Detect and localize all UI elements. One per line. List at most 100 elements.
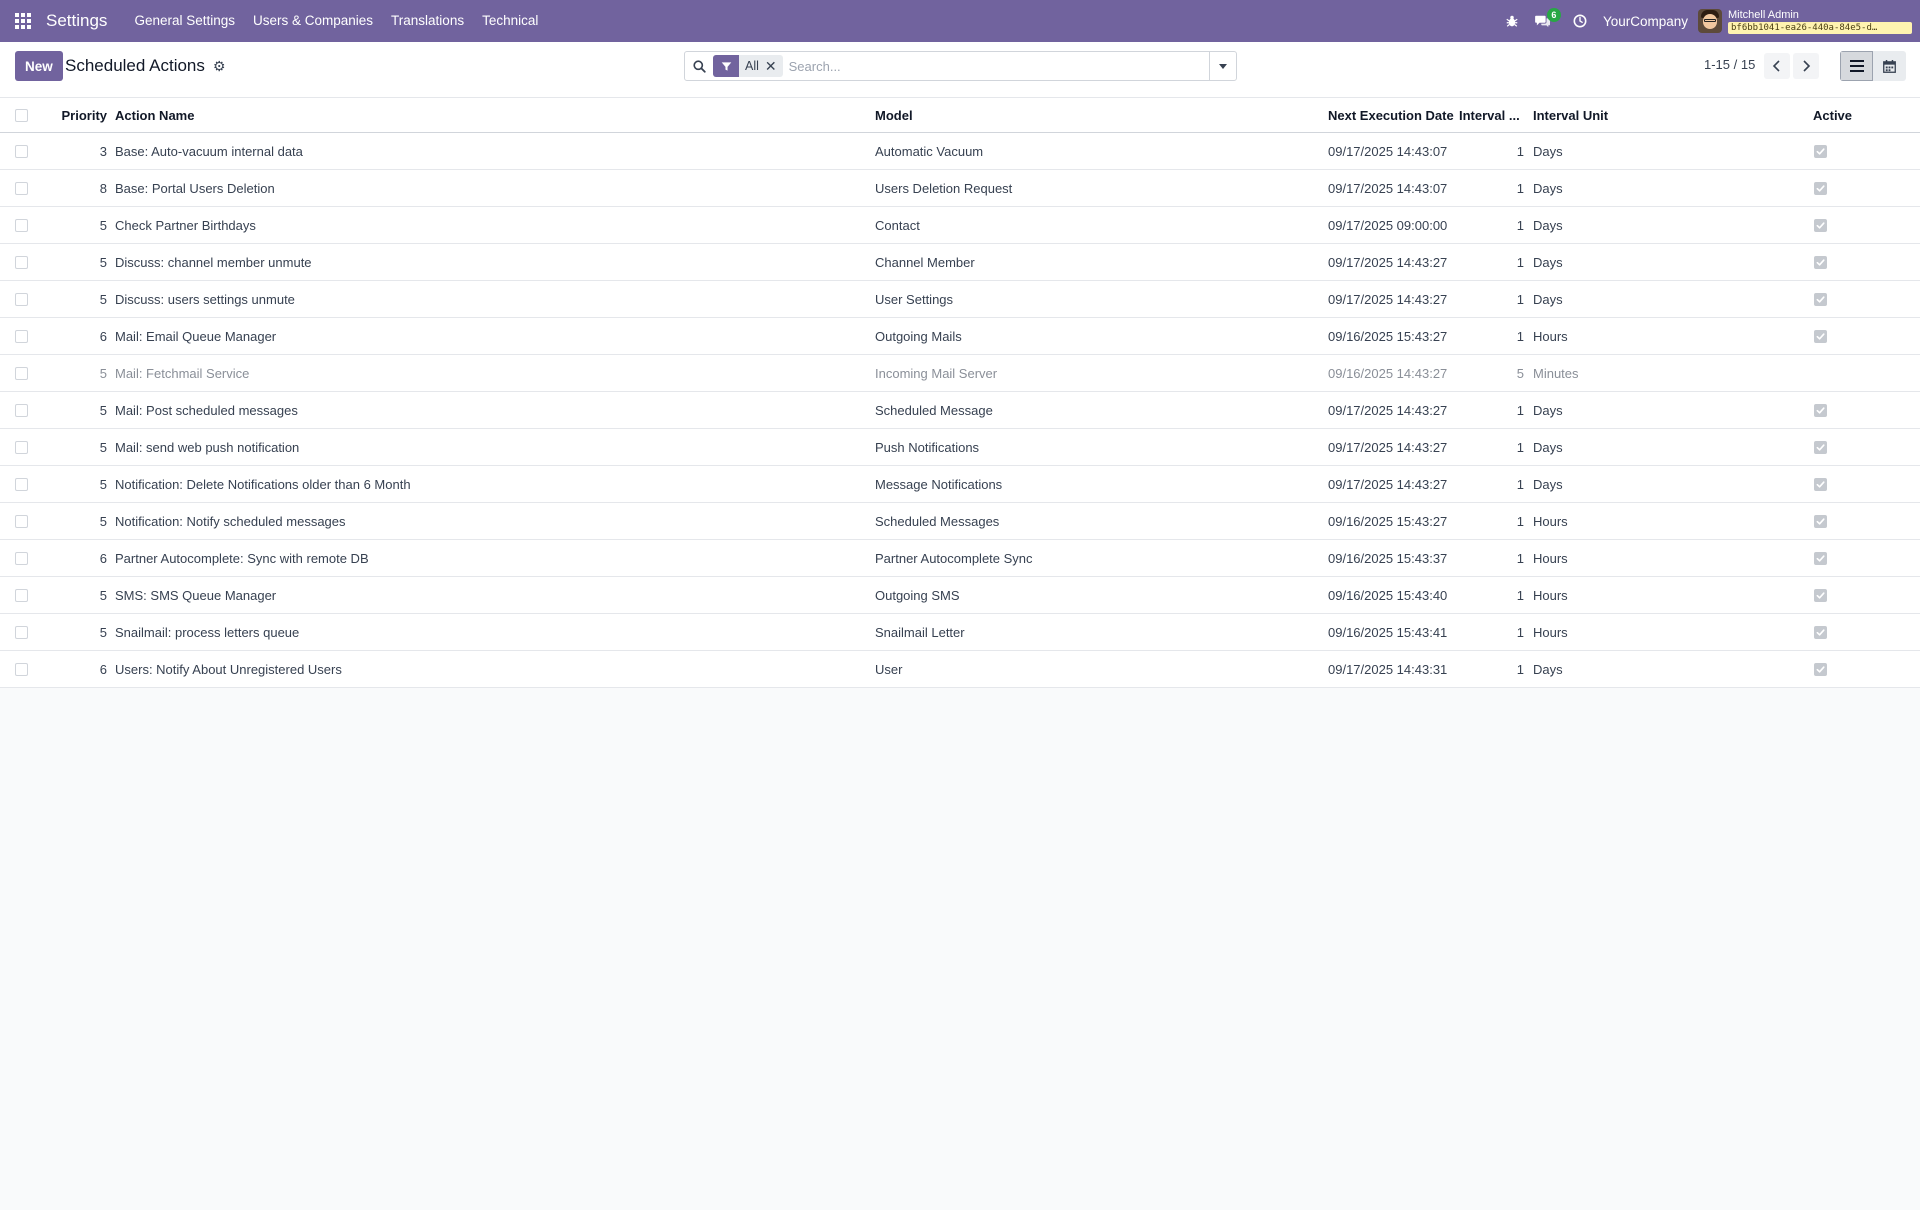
row-select-checkbox[interactable] — [14, 540, 28, 576]
menu-technical[interactable]: Technical — [473, 0, 547, 42]
row-active-checkbox[interactable] — [1814, 392, 1894, 428]
chevron-right-icon[interactable] — [1793, 53, 1819, 79]
row-active-checkbox[interactable] — [1814, 429, 1894, 465]
row-active-checkbox[interactable] — [1814, 577, 1894, 613]
row-action-name: Check Partner Birthdays — [115, 217, 256, 233]
row-select-checkbox[interactable] — [14, 281, 28, 317]
table-row[interactable]: 5 Mail: Fetchmail Service Incoming Mail Se… — [0, 355, 1920, 392]
row-select-checkbox[interactable] — [14, 244, 28, 280]
search-icon[interactable] — [685, 59, 713, 73]
table-row[interactable]: 5 SMS: SMS Queue Manager Outgoing SMS 09/16… — [0, 577, 1920, 614]
checkmark-icon — [1814, 625, 1827, 639]
gear-icon[interactable]: ⚙ — [213, 58, 226, 75]
row-interval-unit: Minutes — [1533, 365, 1579, 381]
company-switcher[interactable]: YourCompany — [1595, 14, 1698, 29]
column-action-name[interactable]: Action Name — [115, 98, 855, 132]
row-active-checkbox[interactable] — [1814, 355, 1894, 391]
column-model[interactable]: Model — [875, 98, 1315, 132]
row-select-checkbox[interactable] — [14, 392, 28, 428]
row-active-checkbox[interactable] — [1814, 466, 1894, 502]
table-row[interactable]: 5 Mail: send web push notification Push No… — [0, 429, 1920, 466]
chat-bubbles-icon[interactable]: 6 — [1527, 0, 1561, 42]
table-row[interactable]: 8 Base: Portal Users Deletion Users Deleti… — [0, 170, 1920, 207]
systray: 6 YourCompany Mitchell Admin bf6bb1041-e… — [1497, 0, 1920, 42]
close-icon[interactable]: ✕ — [765, 55, 783, 77]
row-select-checkbox[interactable] — [14, 170, 28, 206]
row-select-checkbox[interactable] — [14, 466, 28, 502]
table-row[interactable]: 5 Discuss: channel member unmute Channel M… — [0, 244, 1920, 281]
row-active-checkbox[interactable] — [1814, 614, 1894, 650]
table-row[interactable]: 5 Discuss: users settings unmute User Sett… — [0, 281, 1920, 318]
table-row[interactable]: 5 Check Partner Birthdays Contact 09/17/202… — [0, 207, 1920, 244]
menu-translations[interactable]: Translations — [382, 0, 473, 42]
row-select-checkbox[interactable] — [14, 577, 28, 613]
apps-grid-icon[interactable] — [0, 0, 46, 42]
row-action-name: Mail: Email Queue Manager — [115, 328, 277, 344]
chevron-left-icon[interactable] — [1764, 53, 1790, 79]
row-interval: 1 — [1516, 291, 1524, 307]
row-select-checkbox[interactable] — [14, 651, 28, 687]
row-interval: 1 — [1516, 661, 1524, 677]
row-interval-unit: Hours — [1533, 587, 1568, 603]
list-icon[interactable] — [1840, 51, 1873, 81]
checkmark-icon — [1814, 144, 1827, 158]
caret-down-icon[interactable] — [1209, 52, 1236, 80]
table-body: 3 Base: Auto-vacuum internal data Automati… — [0, 133, 1920, 688]
checkmark-icon — [1814, 292, 1827, 306]
row-select-checkbox[interactable] — [14, 207, 28, 243]
table-row[interactable]: 6 Mail: Email Queue Manager Outgoing Mails… — [0, 318, 1920, 355]
row-active-checkbox[interactable] — [1814, 281, 1894, 317]
row-interval: 1 — [1516, 254, 1524, 270]
row-active-checkbox[interactable] — [1814, 503, 1894, 539]
control-panel: New Scheduled Actions ⚙ All ✕ 1-15 / 15 — [0, 42, 1920, 98]
row-select-checkbox[interactable] — [14, 355, 28, 391]
pager-value[interactable]: 1-15 / 15 — [1704, 57, 1755, 72]
row-next-execution-date: 09/17/2025 14:43:07 — [1328, 180, 1448, 196]
search-bar: All ✕ — [684, 51, 1237, 81]
row-active-checkbox[interactable] — [1814, 133, 1894, 169]
row-priority: 5 — [99, 402, 107, 418]
new-button[interactable]: New — [15, 51, 63, 81]
column-interval[interactable]: Interval ... — [1459, 98, 1521, 132]
table-row[interactable]: 6 Partner Autocomplete: Sync with remote … — [0, 540, 1920, 577]
column-priority[interactable]: Priority — [50, 98, 107, 132]
row-select-checkbox[interactable] — [14, 133, 28, 169]
app-name[interactable]: Settings — [46, 11, 107, 31]
row-interval-unit: Days — [1533, 661, 1563, 677]
row-next-execution-date: 09/16/2025 15:43:40 — [1328, 587, 1448, 603]
row-active-checkbox[interactable] — [1814, 170, 1894, 206]
user-menu[interactable]: Mitchell Admin bf6bb1041-ea26-440a-84e5-… — [1698, 9, 1912, 34]
row-active-checkbox[interactable] — [1814, 651, 1894, 687]
table-row[interactable]: 6 Users: Notify About Unregistered Users U… — [0, 651, 1920, 688]
row-action-name: Mail: Fetchmail Service — [115, 365, 250, 381]
select-all-checkbox[interactable] — [14, 98, 28, 132]
calendar-icon[interactable] — [1873, 51, 1906, 81]
table-header: Priority Action Name Model Next Executio… — [0, 98, 1920, 133]
row-active-checkbox[interactable] — [1814, 540, 1894, 576]
menu-users-companies[interactable]: Users & Companies — [244, 0, 382, 42]
column-next-execution-date[interactable]: Next Execution Date — [1328, 98, 1460, 132]
row-active-checkbox[interactable] — [1814, 318, 1894, 354]
table-row[interactable]: 5 Mail: Post scheduled messages Scheduled … — [0, 392, 1920, 429]
row-interval-unit: Days — [1533, 254, 1563, 270]
search-input[interactable] — [788, 53, 1209, 79]
column-active[interactable]: Active — [1813, 98, 1893, 132]
row-model: Outgoing Mails — [875, 328, 962, 344]
bug-icon[interactable] — [1497, 0, 1527, 42]
row-select-checkbox[interactable] — [14, 503, 28, 539]
row-active-checkbox[interactable] — [1814, 244, 1894, 280]
row-select-checkbox[interactable] — [14, 429, 28, 465]
table-row[interactable]: 5 Notification: Notify scheduled messages… — [0, 503, 1920, 540]
menu-general-settings[interactable]: General Settings — [125, 0, 244, 42]
row-priority: 5 — [99, 624, 107, 640]
row-model: Users Deletion Request — [875, 180, 1013, 196]
row-select-checkbox[interactable] — [14, 318, 28, 354]
checkmark-icon — [1814, 181, 1827, 195]
table-row[interactable]: 5 Snailmail: process letters queue Snailma… — [0, 614, 1920, 651]
row-select-checkbox[interactable] — [14, 614, 28, 650]
table-row[interactable]: 3 Base: Auto-vacuum internal data Automati… — [0, 133, 1920, 170]
column-interval-unit[interactable]: Interval Unit — [1533, 98, 1733, 132]
row-active-checkbox[interactable] — [1814, 207, 1894, 243]
clock-icon[interactable] — [1559, 0, 1595, 42]
table-row[interactable]: 5 Notification: Delete Notifications olde… — [0, 466, 1920, 503]
